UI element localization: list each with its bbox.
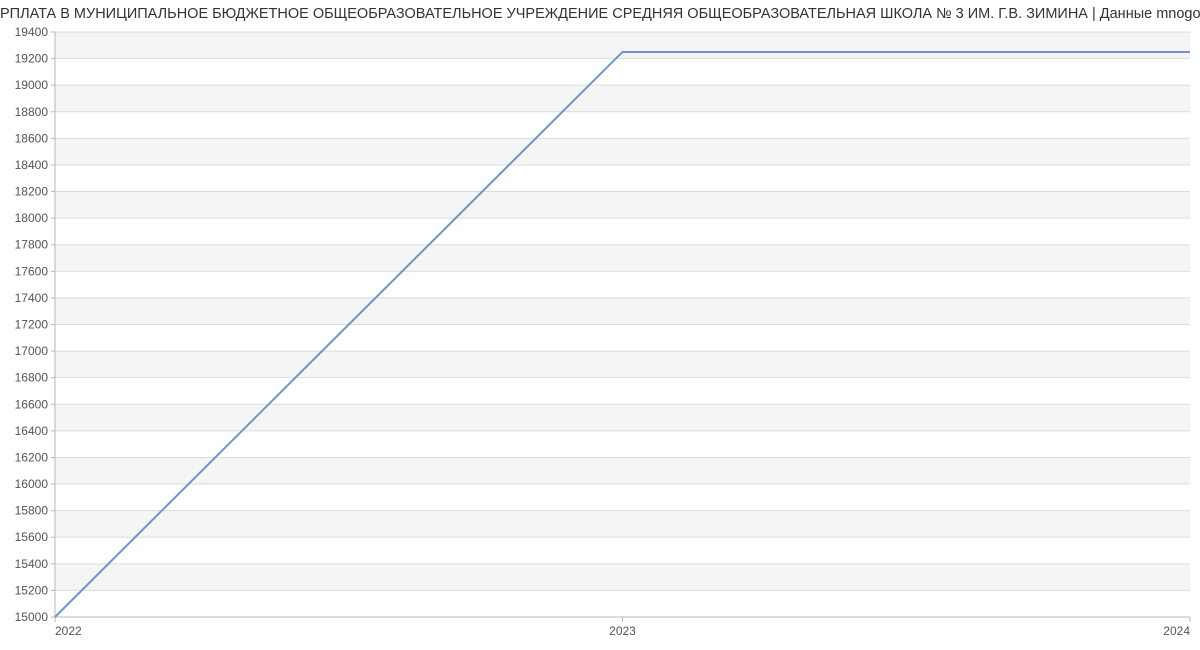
grid-band: [55, 245, 1190, 272]
y-tick-label: 16000: [15, 477, 49, 491]
y-tick-label: 15800: [15, 504, 49, 518]
x-tick-label: 2023: [609, 624, 636, 638]
y-tick-label: 19000: [15, 78, 49, 92]
grid-band: [55, 138, 1190, 165]
y-tick-label: 18200: [15, 185, 49, 199]
grid-band: [55, 85, 1190, 112]
y-tick-label: 15000: [15, 610, 49, 624]
grid-band: [55, 298, 1190, 325]
y-tick-label: 15200: [15, 583, 49, 597]
y-tick-label: 17400: [15, 291, 49, 305]
y-tick-label: 18800: [15, 105, 49, 119]
grid-band: [55, 192, 1190, 219]
grid-band: [55, 457, 1190, 484]
grid-band: [55, 351, 1190, 378]
x-tick-label: 2022: [55, 624, 82, 638]
y-tick-label: 16800: [15, 371, 49, 385]
y-tick-label: 15400: [15, 557, 49, 571]
y-tick-label: 19400: [15, 25, 49, 39]
y-tick-label: 19200: [15, 52, 49, 66]
y-tick-label: 18400: [15, 158, 49, 172]
grid-band: [55, 564, 1190, 591]
y-tick-label: 17000: [15, 344, 49, 358]
y-tick-label: 17800: [15, 238, 49, 252]
grid-band: [55, 32, 1190, 59]
y-tick-label: 17200: [15, 318, 49, 332]
y-tick-label: 18000: [15, 211, 49, 225]
y-tick-label: 15600: [15, 530, 49, 544]
line-chart: 15000 15200 15400 15600 15800 16000 16200 16400…: [0, 22, 1200, 647]
y-tick-label: 16400: [15, 424, 49, 438]
chart-container: 15000 15200 15400 15600 15800 16000 16200 16400…: [0, 22, 1200, 647]
grid-band: [55, 404, 1190, 431]
grid-band: [55, 511, 1190, 538]
y-tick-label: 16600: [15, 397, 49, 411]
y-tick-label: 17600: [15, 264, 49, 278]
x-tick-label: 2024: [1163, 624, 1190, 638]
y-tick-label: 18600: [15, 131, 49, 145]
chart-title: РПЛАТА В МУНИЦИПАЛЬНОЕ БЮДЖЕТНОЕ ОБЩЕОБР…: [0, 0, 1200, 22]
y-tick-label: 16200: [15, 450, 49, 464]
